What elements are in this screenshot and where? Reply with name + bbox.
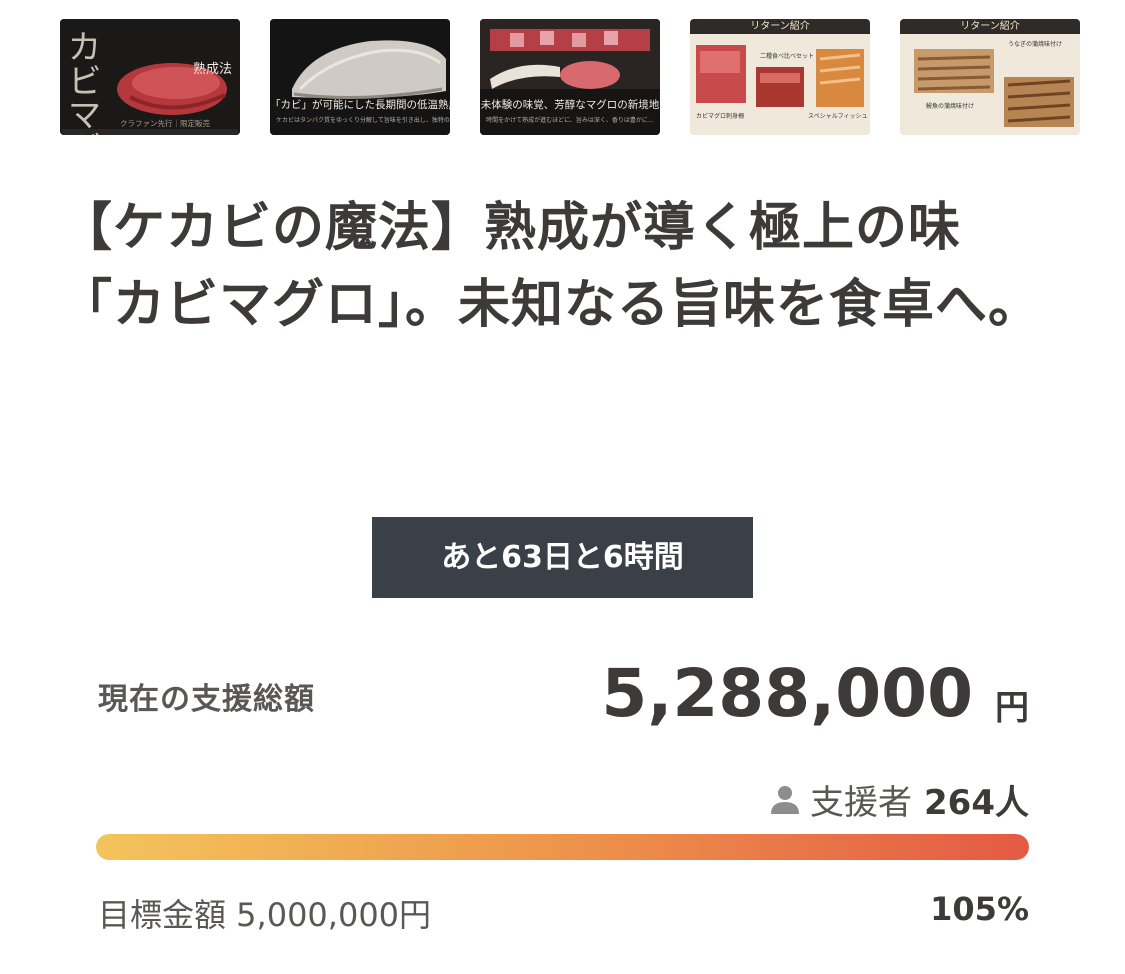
gallery-thumb-4[interactable]: リターン紹介 二種食べ比べセット カビマグロ刺身柵 スペシャルフィッシュ xyxy=(690,19,870,135)
total-funding-label: 現在の支援総額 xyxy=(98,682,315,717)
funding-progress-bar xyxy=(96,834,1029,860)
thumb2-subcaption: ケカビはタンパク質をゆっくり分解して旨味を引き出し、独特の香りを… xyxy=(276,117,450,124)
backers-count: 264人 xyxy=(924,782,1029,823)
thumb1-logo: カビマグロ xyxy=(61,29,101,135)
countdown-badge: あと63日と6時間 xyxy=(372,517,753,598)
goal-amount: 目標金額 5,000,000円 xyxy=(98,896,432,934)
currency-unit: 円 xyxy=(995,688,1029,728)
funding-percent: 105% xyxy=(930,890,1029,928)
thumb4-label-a: カビマグロ刺身柵 xyxy=(696,113,745,120)
total-funding-amount: 5,288,000 xyxy=(601,655,973,732)
thumb4-label-c: スペシャルフィッシュ xyxy=(808,113,868,120)
thumb5-label-a: うなぎの蒲焼味付け xyxy=(1008,41,1063,48)
image-gallery: カビマグロ 熟成法 クラファン先行｜限定販売 「カビ」が可能にした長期間の低温熟… xyxy=(60,19,1080,135)
person-icon xyxy=(771,786,800,814)
thumb3-subcaption: 時間をかけて熟成が進むほどに、旨みは深く、香りは豊かに… xyxy=(486,117,654,124)
backers-label: 支援者 xyxy=(810,782,913,823)
gallery-thumb-5[interactable]: リターン紹介 うなぎの蒲焼味付け 鰻魚の蒲焼味付け xyxy=(900,19,1080,135)
thumb5-label-b: 鰻魚の蒲焼味付け xyxy=(926,103,975,110)
gallery-thumb-1[interactable]: カビマグロ 熟成法 クラファン先行｜限定販売 xyxy=(60,19,240,135)
thumb4-label-b: 二種食べ比べセット xyxy=(760,53,815,60)
thumb1-caption: 熟成法 xyxy=(192,62,232,77)
project-title: 【ケカビの魔法】熟成が導く極上の味「カビマグロ」。未知なる旨味を食卓へ。 xyxy=(60,198,1042,335)
funding-progress-fill xyxy=(96,834,1029,860)
backers-count-row: 支援者 264人 xyxy=(768,774,1029,824)
thumb1-subcaption: クラファン先行｜限定販売 xyxy=(120,119,210,128)
gallery-thumb-2[interactable]: 「カビ」が可能にした長期間の低温熟成 ケカビはタンパク質をゆっくり分解して旨味を… xyxy=(270,19,450,135)
eel-products-image xyxy=(914,49,1074,127)
thumb2-caption: 「カビ」が可能にした長期間の低温熟成 xyxy=(270,99,450,111)
thumb3-caption: 未体験の味覚、芳醇なマグロの新境地 xyxy=(480,99,660,111)
gallery-thumb-3[interactable]: 未体験の味覚、芳醇なマグロの新境地 時間をかけて熟成が進むほどに、旨みは深く、香… xyxy=(480,19,660,135)
